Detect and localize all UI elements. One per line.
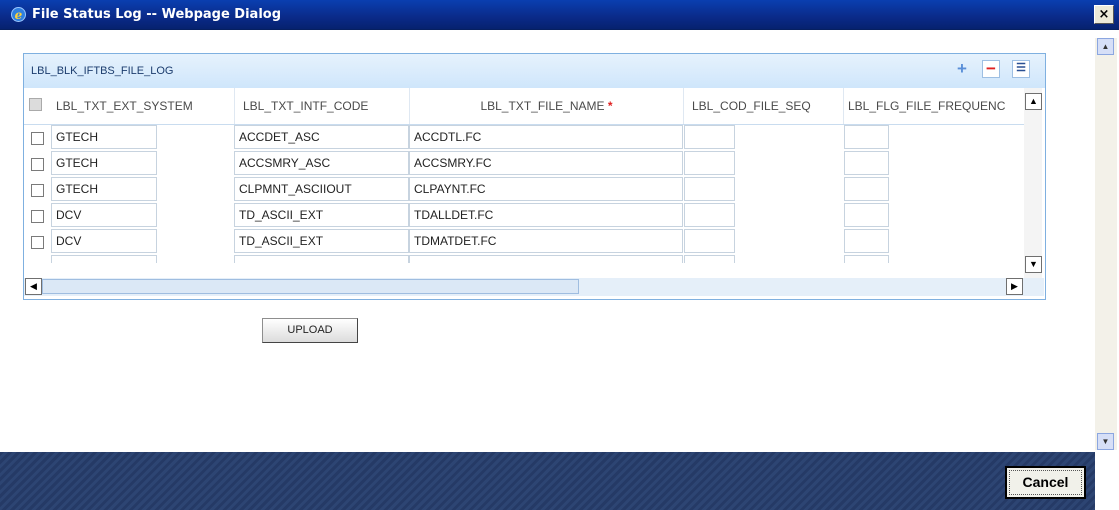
table-row-partial bbox=[24, 255, 1024, 263]
row-checkbox[interactable] bbox=[31, 236, 44, 249]
file-frequency-field[interactable] bbox=[844, 125, 889, 149]
row-checkbox[interactable] bbox=[31, 158, 44, 171]
scroll-up-icon[interactable]: ▲ bbox=[1097, 38, 1114, 55]
file-name-field[interactable]: ACCSMRY.FC bbox=[409, 151, 683, 175]
intf-code-field[interactable]: ACCSMRY_ASC bbox=[234, 151, 409, 175]
dialog-titlebar: e File Status Log -- Webpage Dialog × bbox=[0, 0, 1119, 30]
grid-scroll-left-icon[interactable]: ◀ bbox=[25, 278, 42, 295]
intf-code-field[interactable] bbox=[234, 255, 409, 263]
dialog-title: File Status Log -- Webpage Dialog bbox=[32, 7, 282, 22]
file-seq-field[interactable] bbox=[684, 151, 735, 175]
table-row: GTECH ACCDET_ASC ACCDTL.FC bbox=[24, 125, 1024, 150]
column-header-ext-system[interactable]: LBL_TXT_EXT_SYSTEM bbox=[50, 88, 235, 124]
file-name-field[interactable]: TDALLDET.FC bbox=[409, 203, 683, 227]
grid-scroll-right-icon[interactable]: ▶ bbox=[1006, 278, 1023, 295]
panel-title: LBL_BLK_IFTBS_FILE_LOG bbox=[31, 65, 174, 77]
table-header: LBL_TXT_EXT_SYSTEM LBL_TXT_INTF_CODE LBL… bbox=[24, 88, 1041, 125]
single-view-icon[interactable]: ☰ bbox=[1012, 60, 1030, 78]
intf-code-field[interactable]: TD_ASCII_EXT bbox=[234, 203, 409, 227]
delete-row-icon[interactable]: − bbox=[982, 60, 1000, 78]
cancel-button[interactable]: Cancel bbox=[1005, 466, 1086, 499]
column-header-file-seq[interactable]: LBL_COD_FILE_SEQ bbox=[684, 88, 844, 124]
row-checkbox[interactable] bbox=[31, 132, 44, 145]
file-log-panel: LBL_BLK_IFTBS_FILE_LOG + − ☰ LBL_TXT_EXT… bbox=[23, 53, 1046, 300]
required-marker: * bbox=[607, 99, 613, 113]
add-row-icon[interactable]: + bbox=[953, 60, 971, 78]
intf-code-field[interactable]: CLPMNT_ASCIIOUT bbox=[234, 177, 409, 201]
table-row: GTECH ACCSMRY_ASC ACCSMRY.FC bbox=[24, 151, 1024, 176]
column-header-file-name[interactable]: LBL_TXT_FILE_NAME * bbox=[410, 88, 684, 124]
file-seq-field[interactable] bbox=[684, 203, 735, 227]
column-header-label: LBL_TXT_INTF_CODE bbox=[243, 99, 369, 113]
close-button[interactable]: × bbox=[1094, 5, 1114, 24]
scroll-down-icon[interactable]: ▼ bbox=[1097, 433, 1114, 450]
ext-system-field[interactable]: DCV bbox=[51, 229, 157, 253]
file-frequency-field[interactable] bbox=[844, 177, 889, 201]
grid-horizontal-scrollbar[interactable]: ◀ ▶ bbox=[24, 278, 1044, 296]
ext-system-field[interactable]: GTECH bbox=[51, 151, 157, 175]
file-seq-field[interactable] bbox=[684, 177, 735, 201]
ie-icon: e bbox=[11, 7, 26, 22]
row-checkbox[interactable] bbox=[31, 184, 44, 197]
upload-button[interactable]: UPLOAD bbox=[262, 318, 358, 343]
file-name-field[interactable]: ACCDTL.FC bbox=[409, 125, 683, 149]
column-header-label: LBL_FLG_FILE_FREQUENC bbox=[848, 99, 1006, 113]
ext-system-field[interactable]: GTECH bbox=[51, 125, 157, 149]
grid-scroll-down-icon[interactable]: ▼ bbox=[1025, 256, 1042, 273]
file-seq-field[interactable] bbox=[684, 229, 735, 253]
dialog-footer bbox=[0, 452, 1095, 510]
ext-system-field[interactable]: GTECH bbox=[51, 177, 157, 201]
table-row: DCV TD_ASCII_EXT TDALLDET.FC bbox=[24, 203, 1024, 228]
dialog-vertical-scrollbar[interactable]: ▲ ▼ bbox=[1095, 38, 1117, 450]
row-checkbox[interactable] bbox=[31, 210, 44, 223]
intf-code-field[interactable]: ACCDET_ASC bbox=[234, 125, 409, 149]
ext-system-field[interactable]: DCV bbox=[51, 203, 157, 227]
file-frequency-field[interactable] bbox=[844, 203, 889, 227]
intf-code-field[interactable]: TD_ASCII_EXT bbox=[234, 229, 409, 253]
file-name-field[interactable]: TDMATDET.FC bbox=[409, 229, 683, 253]
file-frequency-field[interactable] bbox=[844, 255, 889, 263]
file-name-field[interactable]: CLPAYNT.FC bbox=[409, 177, 683, 201]
file-seq-field[interactable] bbox=[684, 255, 735, 263]
ext-system-field[interactable] bbox=[51, 255, 157, 263]
grid-scroll-thumb[interactable] bbox=[42, 279, 579, 294]
file-name-field[interactable] bbox=[409, 255, 683, 263]
column-header-file-frequency[interactable]: LBL_FLG_FILE_FREQUENC bbox=[844, 88, 1024, 124]
column-header-label: LBL_TXT_FILE_NAME bbox=[480, 99, 605, 113]
column-header-intf-code[interactable]: LBL_TXT_INTF_CODE bbox=[235, 88, 410, 124]
file-frequency-field[interactable] bbox=[844, 151, 889, 175]
column-header-label: LBL_TXT_EXT_SYSTEM bbox=[56, 99, 193, 113]
panel-header: LBL_BLK_IFTBS_FILE_LOG + − ☰ bbox=[24, 54, 1045, 88]
file-seq-field[interactable] bbox=[684, 125, 735, 149]
file-frequency-field[interactable] bbox=[844, 229, 889, 253]
table-row: GTECH CLPMNT_ASCIIOUT CLPAYNT.FC bbox=[24, 177, 1024, 202]
select-all-checkbox[interactable] bbox=[29, 98, 42, 111]
grid-vertical-scrollbar[interactable]: ▲ ▼ bbox=[1024, 88, 1042, 278]
column-header-label: LBL_COD_FILE_SEQ bbox=[692, 99, 811, 113]
grid-scroll-up-icon[interactable]: ▲ bbox=[1025, 93, 1042, 110]
table-row: DCV TD_ASCII_EXT TDMATDET.FC bbox=[24, 229, 1024, 254]
